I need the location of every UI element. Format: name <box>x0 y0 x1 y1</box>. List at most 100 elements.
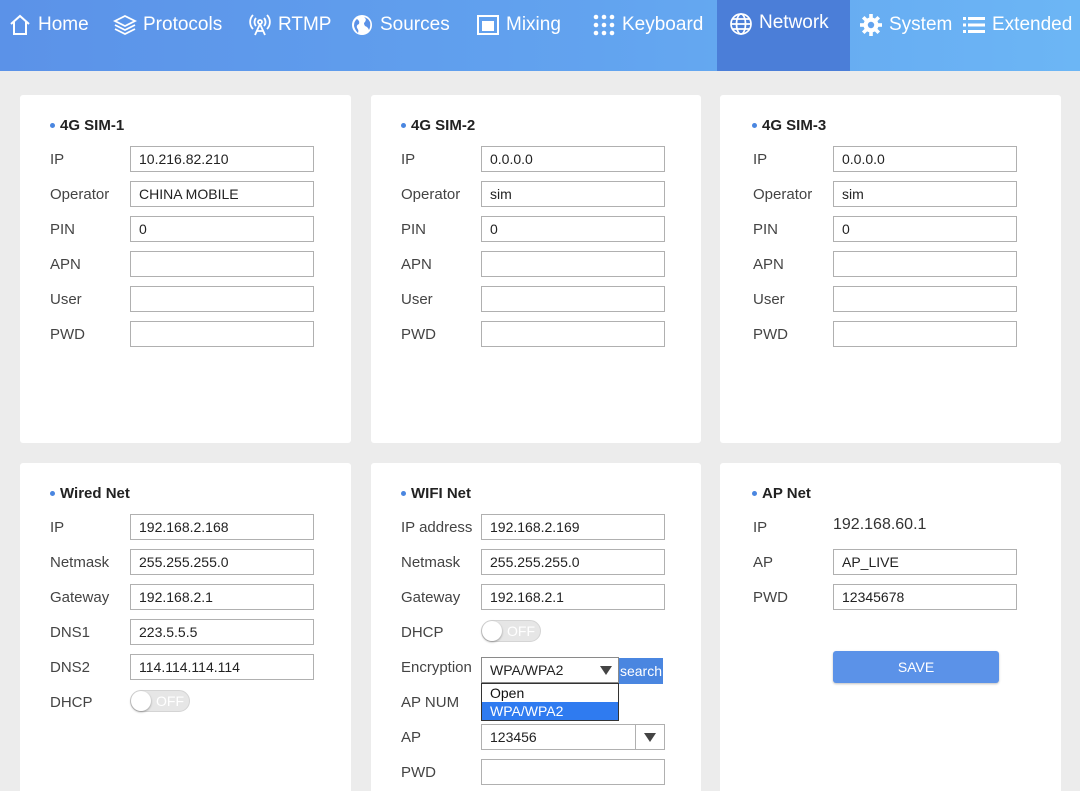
pwd-label: PWD <box>50 326 85 343</box>
user-input[interactable] <box>833 286 1017 312</box>
ap-label: AP <box>753 554 774 571</box>
ap-label: AP <box>401 729 422 746</box>
list-icon <box>963 17 985 33</box>
gateway-input[interactable]: 192.168.2.1 <box>130 584 314 610</box>
pin-input[interactable]: 0 <box>481 216 665 242</box>
ip-label: IP <box>753 151 768 168</box>
pwd-input[interactable] <box>481 321 665 347</box>
nav-label-mixing: Mixing <box>506 14 561 35</box>
bullet-icon <box>401 491 406 496</box>
nav-label-sources: Sources <box>380 14 450 35</box>
dhcp-toggle[interactable]: OFF <box>481 620 541 642</box>
nav-item-home[interactable]: Home <box>8 0 89 50</box>
search-button[interactable]: search <box>619 658 663 684</box>
apn-input[interactable] <box>481 251 665 277</box>
nav-item-mixing[interactable]: Mixing <box>476 0 561 50</box>
panel-title: AP Net <box>752 485 811 502</box>
panel-4g-sim-2: 4G SIM-2 IP 0.0.0.0 Operator sim PIN 0 A… <box>371 95 701 443</box>
bullet-icon <box>752 491 757 496</box>
netmask-input[interactable]: 255.255.255.0 <box>130 549 314 575</box>
gateway-input[interactable]: 192.168.2.1 <box>481 584 665 610</box>
pwd-label: PWD <box>401 326 436 343</box>
panel-4g-sim-1: 4G SIM-1 IP 10.216.82.210 Operator CHINA… <box>20 95 351 443</box>
nav-item-sources[interactable]: Sources <box>350 0 450 50</box>
ip-input[interactable]: 10.216.82.210 <box>130 146 314 172</box>
nav-label-rtmp: RTMP <box>278 14 332 35</box>
ip-value: 192.168.60.1 <box>833 516 927 533</box>
ip-input[interactable]: 0.0.0.0 <box>833 146 1017 172</box>
user-label: User <box>401 291 433 308</box>
gear-icon <box>860 14 882 36</box>
dropdown-option-open[interactable]: Open <box>482 684 618 702</box>
panel-title-text: WIFI Net <box>411 485 471 502</box>
operator-label: Operator <box>753 186 813 203</box>
toggle-state-label: OFF <box>156 693 184 709</box>
operator-input[interactable]: sim <box>481 181 665 207</box>
netmask-input[interactable]: 255.255.255.0 <box>481 549 665 575</box>
toggle-knob <box>131 691 151 711</box>
nav-item-protocols[interactable]: Protocols <box>113 0 222 50</box>
apn-input[interactable] <box>833 251 1017 277</box>
pwd-label: PWD <box>753 589 788 606</box>
ap-combo-select[interactable]: 123456 <box>481 724 665 750</box>
encryption-selected-value: WPA/WPA2 <box>490 662 564 678</box>
ip-label: IP <box>401 151 416 168</box>
ip-label: IP <box>753 519 768 536</box>
user-input[interactable] <box>130 286 314 312</box>
nav-label-system: System <box>889 14 953 35</box>
dns1-label: DNS1 <box>50 624 91 641</box>
pwd-input[interactable]: 12345678 <box>833 584 1017 610</box>
apn-input[interactable] <box>130 251 314 277</box>
ip-address-input[interactable]: 192.168.2.169 <box>481 514 665 540</box>
broadcast-icon <box>249 14 271 36</box>
top-nav-bar: Home Protocols RTMP Sources Mixing Keybo… <box>0 0 1080 71</box>
chevron-down-icon[interactable] <box>644 733 656 742</box>
dropdown-option-wpa[interactable]: WPA/WPA2 <box>482 702 618 720</box>
bullet-icon <box>401 123 406 128</box>
nav-item-network[interactable]: Network <box>717 0 850 71</box>
pwd-input[interactable] <box>833 321 1017 347</box>
chevron-down-icon <box>600 666 612 675</box>
encryption-select[interactable]: WPA/WPA2 <box>481 657 619 683</box>
panel-title: 4G SIM-1 <box>50 117 124 134</box>
pin-label: PIN <box>401 221 427 238</box>
nav-item-extended[interactable]: Extended <box>962 0 1072 50</box>
bullet-icon <box>50 123 55 128</box>
pwd-input[interactable] <box>130 321 314 347</box>
pin-input[interactable]: 0 <box>130 216 314 242</box>
nav-label-extended: Extended <box>992 14 1073 35</box>
pin-input[interactable]: 0 <box>833 216 1017 242</box>
ip-label: IP <box>50 519 65 536</box>
ap-selected-value: 123456 <box>490 729 537 745</box>
operator-input[interactable]: CHINA MOBILE <box>130 181 314 207</box>
pwd-input[interactable] <box>481 759 665 785</box>
dhcp-label: DHCP <box>401 624 444 641</box>
operator-input[interactable]: sim <box>833 181 1017 207</box>
dns1-input[interactable]: 223.5.5.5 <box>130 619 314 645</box>
pin-label: PIN <box>50 221 76 238</box>
panel-wired-net: Wired Net IP 192.168.2.168 Netmask 255.2… <box>20 463 351 791</box>
user-label: User <box>50 291 82 308</box>
user-input[interactable] <box>481 286 665 312</box>
ap-input[interactable]: AP_LIVE <box>833 549 1017 575</box>
ip-input[interactable]: 192.168.2.168 <box>130 514 314 540</box>
save-button[interactable]: SAVE <box>833 651 999 683</box>
globe-icon <box>352 15 372 35</box>
pin-label: PIN <box>753 221 779 238</box>
panel-4g-sim-3: 4G SIM-3 IP 0.0.0.0 Operator sim PIN 0 A… <box>720 95 1061 443</box>
gateway-label: Gateway <box>401 589 461 606</box>
gateway-label: Gateway <box>50 589 110 606</box>
nav-item-keyboard[interactable]: Keyboard <box>592 0 703 50</box>
dns2-input[interactable]: 114.114.114.114 <box>130 654 314 680</box>
operator-label: Operator <box>401 186 461 203</box>
apn-label: APN <box>401 256 432 273</box>
panel-title-text: 4G SIM-3 <box>762 117 827 134</box>
panel-title-text: 4G SIM-1 <box>60 117 125 134</box>
dhcp-label: DHCP <box>50 694 93 711</box>
ip-input[interactable]: 0.0.0.0 <box>481 146 665 172</box>
nav-label-home: Home <box>38 14 89 35</box>
nav-item-rtmp[interactable]: RTMP <box>248 0 331 50</box>
bullet-icon <box>752 123 757 128</box>
nav-item-system[interactable]: System <box>859 0 952 50</box>
dhcp-toggle[interactable]: OFF <box>130 690 190 712</box>
